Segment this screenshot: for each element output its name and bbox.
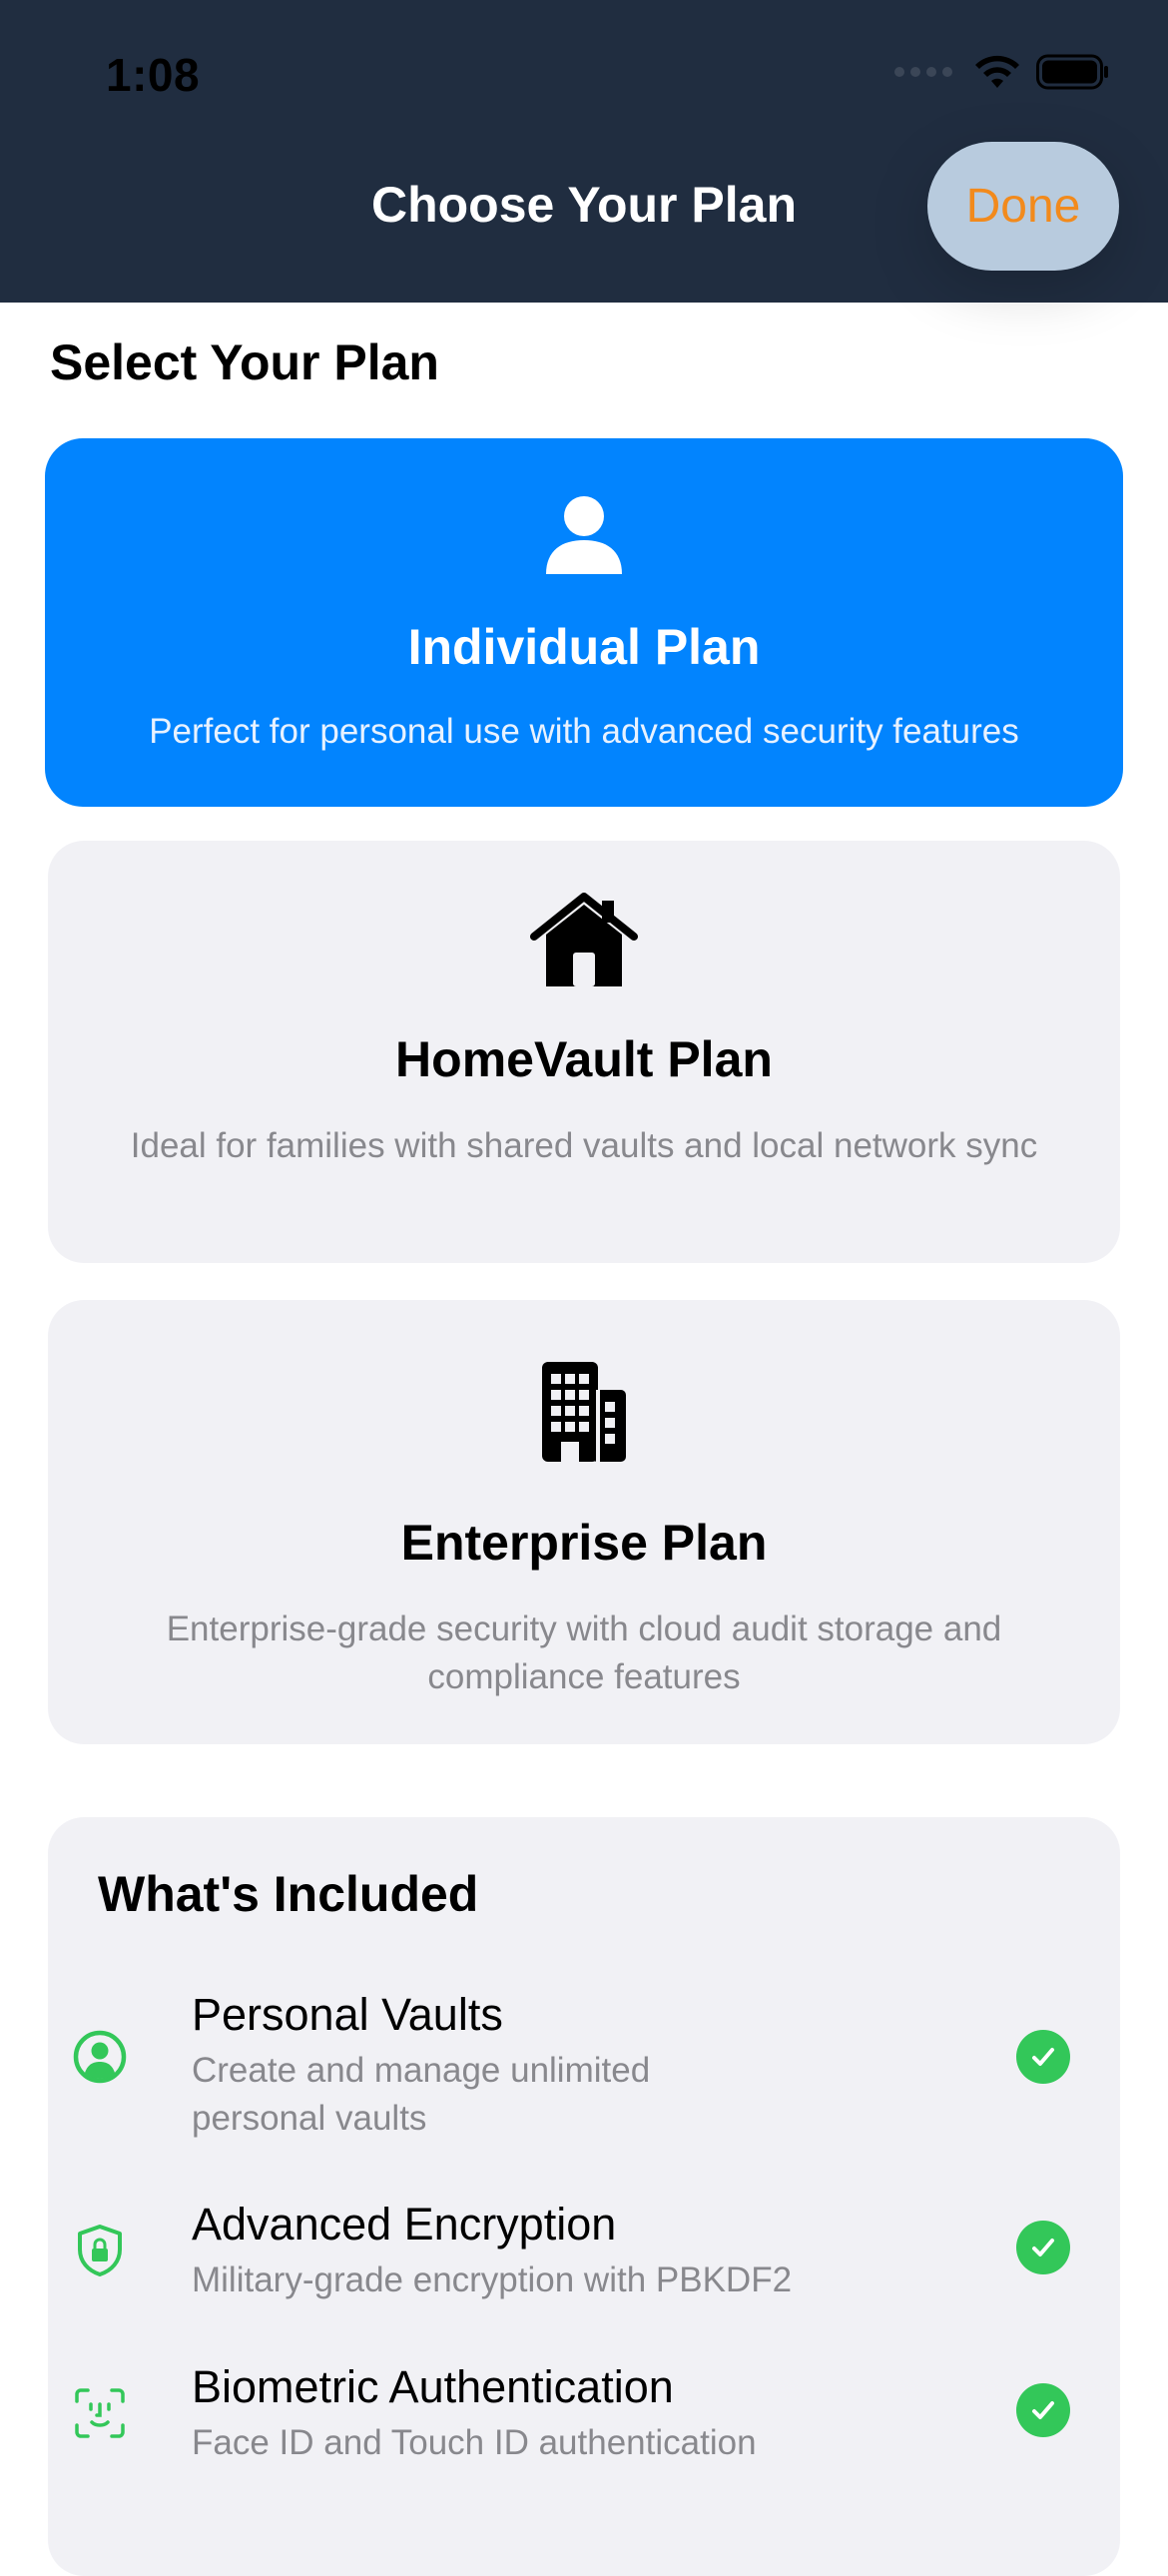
section-title: Select Your Plan <box>50 334 439 390</box>
building-icon <box>48 1360 1120 1464</box>
plan-card-individual[interactable]: Individual Plan Perfect for personal use… <box>45 438 1123 807</box>
plan-description: Enterprise-grade security with cloud aud… <box>166 1610 1002 1696</box>
feature-name: Personal Vaults <box>192 1989 503 2040</box>
plan-card-homevault[interactable]: HomeVault Plan Ideal for families with s… <box>48 841 1120 1263</box>
whats-included-card: What's Included Personal Vaults Create a… <box>48 1817 1120 2576</box>
navigation-header: 1:08 Choose Your Plan Done <box>0 0 1168 303</box>
plan-name: HomeVault Plan <box>395 1031 773 1087</box>
included-title: What's Included <box>98 1866 479 1922</box>
feature-description: Create and manage unlimited personal vau… <box>192 2051 651 2138</box>
checkmark-icon <box>1016 2221 1070 2274</box>
feature-name: Biometric Authentication <box>192 2361 674 2412</box>
cellular-dots-icon <box>894 67 952 77</box>
person-circle-icon <box>70 2027 130 2087</box>
checkmark-icon <box>1016 2383 1070 2437</box>
status-time: 1:08 <box>106 49 201 101</box>
battery-icon <box>1036 54 1108 90</box>
status-icons <box>894 54 1110 90</box>
plan-name: Individual Plan <box>407 619 761 675</box>
person-icon <box>45 494 1123 576</box>
feature-description: Face ID and Touch ID authentication <box>192 2423 757 2462</box>
lock-shield-icon <box>70 2221 130 2280</box>
done-button[interactable]: Done <box>927 142 1119 271</box>
feature-name: Advanced Encryption <box>192 2199 617 2250</box>
house-icon <box>48 893 1120 988</box>
checkmark-icon <box>1016 2030 1070 2084</box>
plan-name: Enterprise Plan <box>400 1515 768 1571</box>
feature-description: Military-grade encryption with PBKDF2 <box>192 2260 793 2299</box>
plan-card-enterprise[interactable]: Enterprise Plan Enterprise-grade securit… <box>48 1300 1120 1744</box>
face-id-icon <box>70 2383 130 2443</box>
plan-description: Ideal for families with shared vaults an… <box>130 1126 1038 1165</box>
plan-description: Perfect for personal use with advanced s… <box>149 712 1019 751</box>
wifi-icon <box>975 55 1019 88</box>
